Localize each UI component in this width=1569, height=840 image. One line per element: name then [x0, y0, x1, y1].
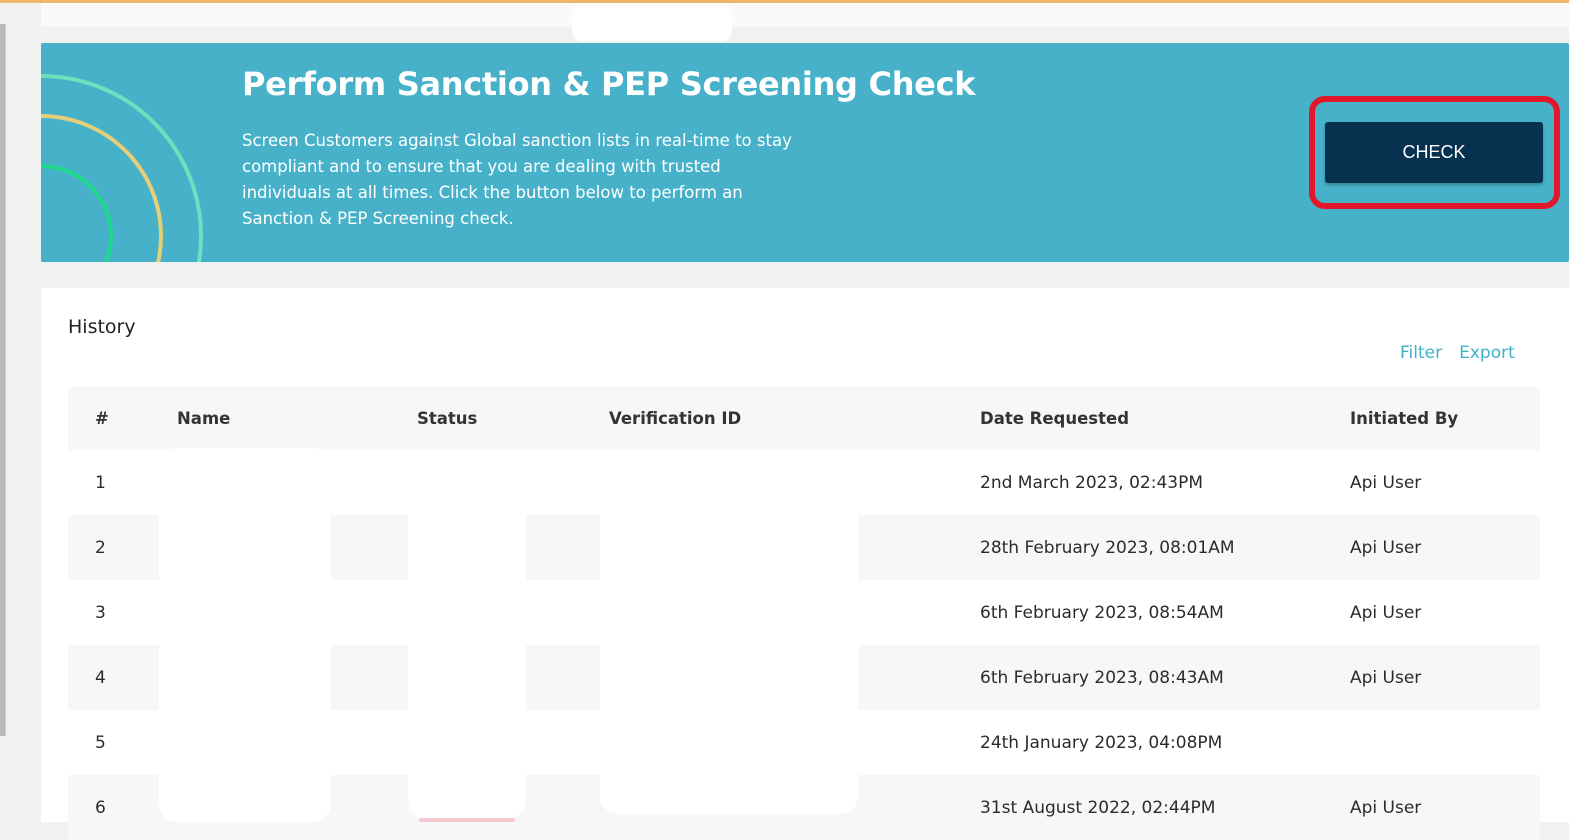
- top-strip: [41, 3, 1569, 26]
- row-initiated-by: Api User: [1350, 667, 1422, 688]
- column-header-name: Name: [177, 409, 231, 428]
- row-number: 4: [95, 667, 106, 688]
- column-header-date-requested: Date Requested: [980, 409, 1130, 428]
- row-initiated-by: Api User: [1350, 537, 1422, 558]
- row-initiated-by: Api User: [1350, 602, 1422, 623]
- row-initiated-by: Api User: [1350, 797, 1422, 818]
- redacted-initiator: [1347, 720, 1477, 770]
- redacted-verification-ids: [600, 450, 858, 814]
- column-header-initiated-by: Initiated By: [1350, 409, 1459, 428]
- row-number: 6: [95, 797, 106, 818]
- row-number: 1: [95, 472, 106, 493]
- table-header-row: # Name Status Verification ID Date Reque…: [68, 387, 1540, 450]
- redacted-area: [572, 3, 732, 41]
- redacted-statuses: [408, 452, 526, 818]
- row-date-requested: 2nd March 2023, 02:43PM: [980, 472, 1203, 493]
- history-card: History Filter Export # Name Status Veri…: [41, 288, 1569, 840]
- column-header-number: #: [95, 409, 109, 428]
- status-badge-fragment: [419, 818, 515, 822]
- decorative-arcs-icon: [41, 74, 203, 262]
- row-number: 5: [95, 732, 106, 753]
- row-number: 2: [95, 537, 106, 558]
- column-header-verification-id: Verification ID: [609, 409, 742, 428]
- row-number: 3: [95, 602, 106, 623]
- row-initiated-by: Api User: [1350, 472, 1422, 493]
- history-title: History: [68, 316, 136, 338]
- screening-banner: Perform Sanction & PEP Screening Check S…: [41, 43, 1569, 262]
- redacted-names: [159, 448, 331, 822]
- filter-link[interactable]: Filter: [1400, 343, 1442, 363]
- row-date-requested: 24th January 2023, 04:08PM: [980, 732, 1223, 753]
- page-scrollbar[interactable]: [0, 24, 6, 736]
- row-date-requested: 6th February 2023, 08:43AM: [980, 667, 1224, 688]
- row-date-requested: 31st August 2022, 02:44PM: [980, 797, 1216, 818]
- export-link[interactable]: Export: [1459, 343, 1515, 363]
- row-date-requested: 6th February 2023, 08:54AM: [980, 602, 1224, 623]
- check-button[interactable]: CHECK: [1325, 122, 1543, 183]
- banner-description: Screen Customers against Global sanction…: [242, 131, 792, 228]
- banner-title: Perform Sanction & PEP Screening Check: [242, 65, 976, 103]
- column-header-status: Status: [417, 409, 478, 428]
- row-date-requested: 28th February 2023, 08:01AM: [980, 537, 1235, 558]
- history-actions: Filter Export: [1400, 343, 1515, 363]
